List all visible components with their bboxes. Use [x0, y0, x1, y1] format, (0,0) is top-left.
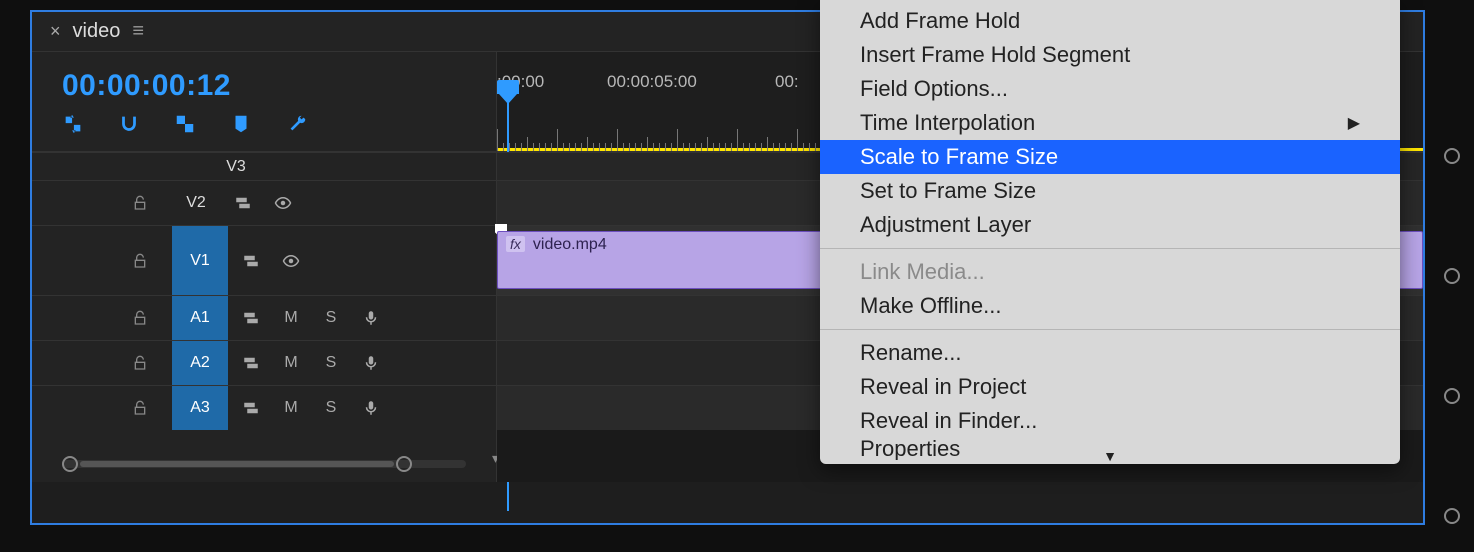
menu-rename[interactable]: Rename...	[820, 336, 1400, 370]
mute-button[interactable]: M	[274, 304, 308, 332]
menu-scroll-indicator-icon: ▼	[820, 450, 1400, 464]
solo-button[interactable]: S	[314, 304, 348, 332]
lock-icon[interactable]	[132, 195, 162, 211]
menu-scale-to-frame-size[interactable]: Scale to Frame Size	[820, 140, 1400, 174]
insert-overwrite-icon[interactable]	[62, 113, 84, 135]
track-header-a3[interactable]: A3 M S	[32, 385, 496, 430]
tab-menu-button[interactable]: ≡	[132, 20, 144, 43]
voiceover-mic-icon[interactable]	[354, 304, 388, 332]
fx-badge: fx	[506, 236, 525, 252]
track-header-a2[interactable]: A2 M S	[32, 340, 496, 385]
menu-add-frame-hold[interactable]: Add Frame Hold	[820, 4, 1400, 38]
menu-separator	[820, 248, 1400, 249]
track-header-v1[interactable]: V1	[32, 225, 496, 295]
sync-lock-icon[interactable]	[226, 189, 260, 217]
zoom-handle-right[interactable]	[396, 456, 412, 472]
vertical-zoom-handle[interactable]	[1444, 268, 1460, 284]
menu-field-options[interactable]: Field Options...	[820, 72, 1400, 106]
solo-button[interactable]: S	[314, 394, 348, 422]
track-label[interactable]: V2	[172, 187, 220, 219]
voiceover-mic-icon[interactable]	[354, 394, 388, 422]
lock-icon[interactable]	[132, 355, 162, 371]
sync-lock-icon[interactable]	[234, 349, 268, 377]
vertical-zoom-handle[interactable]	[1444, 388, 1460, 404]
mute-button[interactable]: M	[274, 394, 308, 422]
vertical-zoom-handle[interactable]	[1444, 508, 1460, 524]
menu-adjustment-layer[interactable]: Adjustment Layer	[820, 208, 1400, 242]
lock-icon[interactable]	[132, 310, 162, 326]
voiceover-mic-icon[interactable]	[354, 349, 388, 377]
menu-insert-frame-hold-segment[interactable]: Insert Frame Hold Segment	[820, 38, 1400, 72]
menu-separator	[820, 329, 1400, 330]
track-headers: V3 V2 V1	[32, 152, 497, 482]
toggle-track-output-icon[interactable]	[274, 247, 308, 275]
menu-reveal-in-project[interactable]: Reveal in Project	[820, 370, 1400, 404]
track-label[interactable]: A3	[172, 386, 228, 430]
zoom-handle-left[interactable]	[62, 456, 78, 472]
track-header-v2[interactable]: V2	[32, 180, 496, 225]
clip-context-menu: Add Frame Hold Insert Frame Hold Segment…	[820, 0, 1400, 464]
sequence-tab-label[interactable]: video	[73, 20, 121, 43]
settings-wrench-icon[interactable]	[286, 113, 308, 135]
menu-time-interpolation[interactable]: Time Interpolation ▶	[820, 106, 1400, 140]
close-tab-button[interactable]: ×	[50, 21, 61, 42]
horizontal-zoom-scroll[interactable]: ▾▾	[62, 454, 466, 474]
ruler-label: 00:	[775, 72, 799, 92]
ruler-label: 00:00:05:00	[607, 72, 697, 92]
track-label[interactable]: V3	[212, 151, 260, 183]
linked-selection-icon[interactable]	[174, 113, 196, 135]
sync-lock-icon[interactable]	[234, 247, 268, 275]
vertical-zoom-handle[interactable]	[1444, 148, 1460, 164]
mute-button[interactable]: M	[274, 349, 308, 377]
timeline-header-left: 00:00:00:12	[32, 52, 497, 151]
lock-icon[interactable]	[132, 253, 162, 269]
track-header-v3[interactable]: V3	[32, 152, 496, 180]
track-label[interactable]: V1	[172, 226, 228, 295]
track-header-a1[interactable]: A1 M S	[32, 295, 496, 340]
menu-reveal-in-finder[interactable]: Reveal in Finder...	[820, 404, 1400, 438]
lock-icon[interactable]	[132, 400, 162, 416]
menu-set-to-frame-size[interactable]: Set to Frame Size	[820, 174, 1400, 208]
solo-button[interactable]: S	[314, 349, 348, 377]
clip-name: video.mp4	[533, 236, 607, 254]
menu-make-offline[interactable]: Make Offline...	[820, 289, 1400, 323]
sync-lock-icon[interactable]	[234, 304, 268, 332]
sync-lock-icon[interactable]	[234, 394, 268, 422]
zoom-bar[interactable]	[80, 461, 394, 467]
playhead-timecode[interactable]: 00:00:00:12	[62, 69, 496, 103]
menu-link-media: Link Media...	[820, 255, 1400, 289]
track-label[interactable]: A2	[172, 341, 228, 385]
vertical-scroll[interactable]	[1438, 140, 1466, 532]
snap-icon[interactable]	[118, 113, 140, 135]
submenu-arrow-icon: ▶	[1348, 113, 1360, 133]
marker-icon[interactable]	[230, 113, 252, 135]
timeline-tool-icons	[62, 113, 496, 135]
toggle-track-output-icon[interactable]	[266, 189, 300, 217]
track-label[interactable]: A1	[172, 296, 228, 340]
